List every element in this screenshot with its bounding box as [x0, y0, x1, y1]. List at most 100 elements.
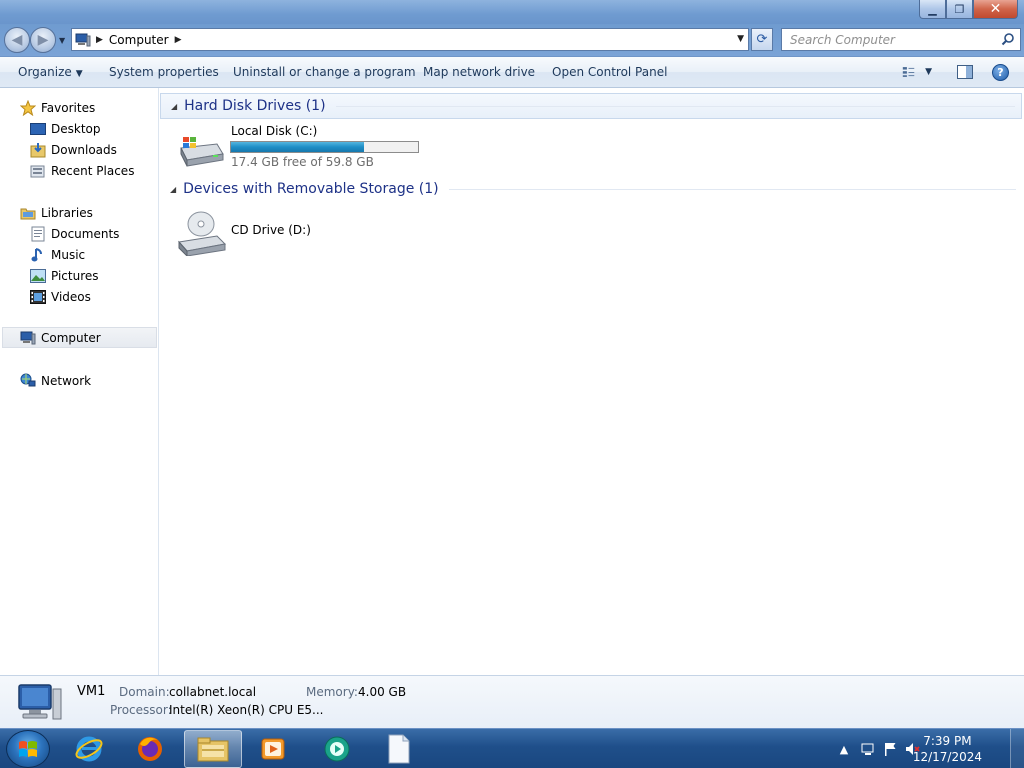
drive-usage-fill: [231, 142, 364, 152]
show-desktop-button[interactable]: [1010, 729, 1024, 768]
network-icon: [20, 373, 36, 389]
search-icon[interactable]: [1001, 32, 1015, 46]
recent-places-icon: [30, 163, 46, 179]
sidebar-item-label: Recent Places: [51, 163, 135, 178]
taskbar-media-player[interactable]: [244, 730, 302, 768]
sidebar-item-label: Downloads: [51, 142, 117, 157]
app-circle-icon: [324, 736, 350, 762]
drive-usage-bar: [230, 141, 419, 153]
chevron-down-icon: ▼: [75, 69, 83, 79]
flag-icon[interactable]: [882, 741, 898, 757]
breadcrumb-computer[interactable]: Computer: [109, 33, 169, 47]
help-button[interactable]: ?: [992, 64, 1009, 81]
action-center-icon[interactable]: [860, 741, 876, 757]
memory-value: 4.00 GB: [358, 685, 407, 699]
search-input[interactable]: Search Computer: [781, 28, 1021, 51]
firefox-icon: [138, 737, 162, 761]
clock-date: 12/17/2024: [912, 750, 982, 764]
sidebar-item-desktop[interactable]: Desktop: [30, 118, 101, 139]
address-history-dropdown-icon[interactable]: ▼: [737, 34, 744, 44]
sidebar-item-libraries[interactable]: Libraries: [20, 202, 93, 223]
sidebar-item-downloads[interactable]: Downloads: [30, 139, 117, 160]
clock[interactable]: 7:39 PM 12/17/2024: [913, 733, 982, 765]
back-button[interactable]: ◀: [4, 27, 30, 53]
hard-drive-icon: [180, 137, 224, 167]
sidebar-item-label: Videos: [51, 289, 91, 304]
close-button[interactable]: ✕: [973, 0, 1018, 19]
clock-time: 7:39 PM: [923, 734, 972, 748]
computer-icon: [20, 330, 36, 346]
drive-item-cd-drive[interactable]: CD Drive (D:): [175, 208, 375, 258]
sidebar-item-pictures[interactable]: Pictures: [30, 265, 99, 286]
address-bar[interactable]: ▶ Computer ▶ ▼: [71, 28, 749, 51]
content-pane: ◢ Hard Disk Drives (1) Local Disk (C:) 1…: [159, 88, 1024, 675]
group-divider: [335, 105, 1015, 107]
cd-drive-icon: [178, 211, 227, 256]
breadcrumb-chevron-icon[interactable]: ▶: [96, 35, 103, 45]
back-arrow-icon: ◀: [11, 32, 23, 48]
drive-name: CD Drive (D:): [231, 223, 311, 237]
sidebar-item-label: Network: [41, 373, 92, 388]
window-titlebar[interactable]: ▁ ❐ ✕: [0, 0, 1024, 24]
refresh-icon: ⟳: [756, 32, 768, 47]
star-icon: [20, 99, 36, 116]
address-row: ◀ ▶ ▼ ▶ Computer ▶ ▼ ⟳ Search Computer: [0, 24, 1024, 56]
group-header-removable-storage[interactable]: ◢ Devices with Removable Storage (1): [160, 176, 1022, 202]
map-network-drive-button[interactable]: Map network drive: [423, 65, 535, 79]
drive-name: Local Disk (C:): [231, 124, 318, 138]
pictures-icon: [30, 268, 46, 284]
taskbar-app-teal[interactable]: [308, 730, 366, 768]
sidebar-item-label: Favorites: [41, 100, 96, 115]
taskbar-notepad[interactable]: [370, 730, 428, 768]
details-pane: VM1 Domain: collabnet.local Memory: 4.00…: [0, 675, 1024, 728]
collapse-triangle-icon[interactable]: ◢: [170, 185, 176, 194]
internet-explorer-icon: [75, 736, 103, 762]
caption-buttons: ▁ ❐ ✕: [919, 0, 1018, 19]
change-view-button[interactable]: ▼: [902, 64, 932, 80]
documents-icon: [30, 226, 46, 242]
forward-button[interactable]: ▶: [30, 27, 56, 53]
start-button[interactable]: [6, 730, 50, 768]
taskbar-firefox[interactable]: [121, 730, 179, 768]
computer-icon: [72, 29, 94, 50]
sidebar-item-music[interactable]: Music: [30, 244, 85, 265]
group-header-hard-disk-drives[interactable]: ◢ Hard Disk Drives (1): [160, 93, 1022, 119]
maximize-button[interactable]: ❐: [946, 0, 973, 19]
uninstall-program-button[interactable]: Uninstall or change a program: [233, 65, 416, 79]
sidebar-item-network[interactable]: Network: [20, 370, 91, 391]
memory-label: Memory:: [306, 685, 358, 699]
collapse-triangle-icon[interactable]: ◢: [171, 102, 177, 111]
taskbar-windows-explorer[interactable]: [184, 730, 242, 768]
windows-logo-icon: [19, 741, 37, 757]
sidebar-item-recent-places[interactable]: Recent Places: [30, 160, 134, 181]
processor-value: Intel(R) Xeon(R) CPU E5...: [169, 703, 324, 717]
open-control-panel-button[interactable]: Open Control Panel: [552, 65, 667, 79]
forward-arrow-icon: ▶: [37, 32, 49, 48]
music-icon: [30, 247, 46, 263]
libraries-icon: [20, 205, 36, 221]
refresh-button[interactable]: ⟳: [751, 28, 773, 51]
system-properties-button[interactable]: System properties: [109, 65, 219, 79]
sidebar-item-label: Computer: [41, 330, 101, 345]
minimize-button[interactable]: ▁: [919, 0, 946, 19]
recent-pages-dropdown[interactable]: ▼: [59, 36, 67, 45]
desktop-icon: [30, 121, 46, 137]
command-bar: Organize ▼ System properties Uninstall or…: [0, 57, 1024, 88]
chevron-down-icon[interactable]: ▼: [925, 67, 932, 77]
drive-item-local-disk[interactable]: Local Disk (C:) 17.4 GB free of 59.8 GB: [175, 124, 435, 172]
show-hidden-icons-button[interactable]: ▲: [836, 741, 852, 757]
organize-menu[interactable]: Organize ▼: [18, 65, 83, 79]
sidebar-item-computer[interactable]: Computer: [2, 327, 157, 348]
taskbar-internet-explorer[interactable]: [60, 730, 118, 768]
computer-name: VM1: [77, 684, 106, 699]
search-placeholder: Search Computer: [790, 32, 895, 47]
sidebar-item-documents[interactable]: Documents: [30, 223, 119, 244]
preview-pane-button[interactable]: [957, 65, 973, 79]
downloads-icon: [30, 142, 46, 158]
sidebar-item-videos[interactable]: Videos: [30, 286, 91, 307]
sidebar-item-favorites[interactable]: Favorites: [20, 97, 95, 118]
domain-label: Domain:: [119, 685, 170, 699]
breadcrumb-chevron-icon[interactable]: ▶: [175, 35, 182, 45]
navigation-pane: Favorites Desktop Downloads Recent Place…: [0, 88, 159, 675]
system-tray: ▲ 7:39 PM 12/17/2024: [834, 729, 1024, 768]
